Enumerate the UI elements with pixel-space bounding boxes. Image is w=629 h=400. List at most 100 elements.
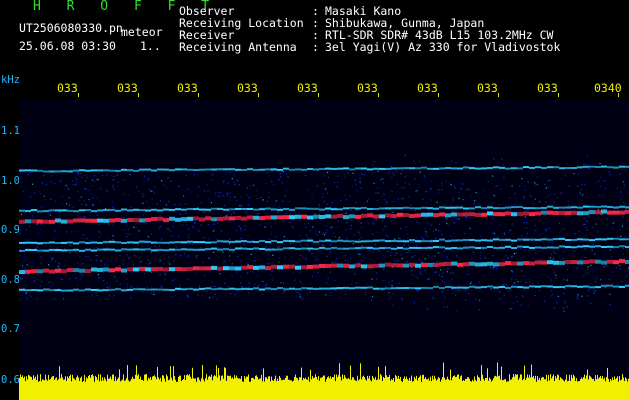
noise-speck [96,247,98,249]
noise-speck [206,290,208,293]
noise-speck [427,222,429,224]
noise-speck [112,238,114,241]
band-segment [139,209,145,212]
signal-level-bar [496,376,497,400]
signal-level-bar [231,378,232,400]
band-segment [493,247,499,249]
signal-level-bar [538,379,539,400]
band-segment [517,238,523,241]
noise-speck [612,271,614,273]
band-segment [85,242,91,244]
band-segment [619,205,625,208]
noise-speck [505,255,507,257]
noise-speck [586,268,588,270]
signal-level-bar [154,375,155,400]
noise-speck [581,295,583,297]
noise-speck [435,271,437,273]
signal-level-bar [309,381,310,400]
band-segment [289,240,295,243]
signal-level-bar [68,378,69,400]
band-segment [85,169,91,172]
noise-speck [329,226,331,228]
noise-speck [132,264,134,266]
noise-speck [106,246,108,248]
noise-speck [212,251,215,254]
band-segment [367,213,373,218]
signal-level-bar [574,376,575,400]
signal-level-bar [299,377,300,400]
signal-level-bar [498,376,499,400]
band-segment [583,165,589,168]
noise-speck [421,261,423,263]
noise-speck [154,186,156,188]
noise-speck [126,254,128,256]
signal-level-bar [69,376,70,400]
band-segment [325,214,331,219]
signal-level-bar [516,374,517,400]
noise-speck [116,213,118,215]
noise-speck [579,258,581,261]
signal-level-bar [304,378,305,400]
noise-speck [344,194,346,196]
noise-speck [316,185,319,187]
band-segment [187,287,193,290]
noise-speck [246,193,248,196]
signal-level-bar [169,379,170,400]
signal-level-bar [81,376,82,400]
noise-speck [426,217,428,219]
noise-speck [229,246,231,248]
signal-level-bar [137,375,138,400]
signal-level-bar [44,380,45,400]
noise-speck [617,202,620,204]
noise-speck [444,281,446,284]
signal-level-bar [361,379,362,400]
noise-speck [424,258,426,260]
noise-speck [491,232,493,234]
noise-speck [301,297,303,299]
signal-level-bar [187,374,188,400]
noise-speck [366,200,368,202]
signal-level-bar [76,377,77,400]
noise-speck [158,228,160,230]
noise-speck [140,223,142,225]
noise-speck [225,173,227,175]
noise-speck [438,274,441,277]
noise-speck [49,281,51,283]
band-segment [523,166,529,169]
band-segment [229,287,235,290]
band-segment [253,247,259,250]
noise-speck [135,227,137,229]
noise-speck [539,234,541,236]
noise-speck [421,236,423,238]
band-segment [451,206,457,209]
band-segment [481,239,487,242]
noise-speck [83,234,85,236]
band-segment [103,209,109,211]
band-segment [331,167,337,170]
noise-speck [164,279,166,281]
band-segment [601,205,607,208]
noise-speck [154,245,156,247]
noise-speck [622,247,624,250]
noise-speck [275,201,277,203]
noise-speck [242,286,244,288]
noise-speck [350,209,352,211]
noise-speck [391,190,393,192]
noise-speck [185,212,187,214]
noise-speck [578,173,580,175]
noise-speck [259,224,261,226]
noise-speck [59,251,61,253]
x-tick-label: 033 [357,81,378,95]
noise-speck [96,255,99,257]
noise-speck [257,286,259,288]
noise-speck [198,186,200,188]
noise-speck [356,190,358,192]
signal-level-bar [627,381,628,400]
noise-speck [106,190,108,192]
band-segment [193,288,199,291]
noise-speck [79,256,81,258]
band-segment [457,262,463,267]
band-segment [235,247,241,250]
noise-speck [238,225,240,227]
noise-speck [72,206,74,208]
